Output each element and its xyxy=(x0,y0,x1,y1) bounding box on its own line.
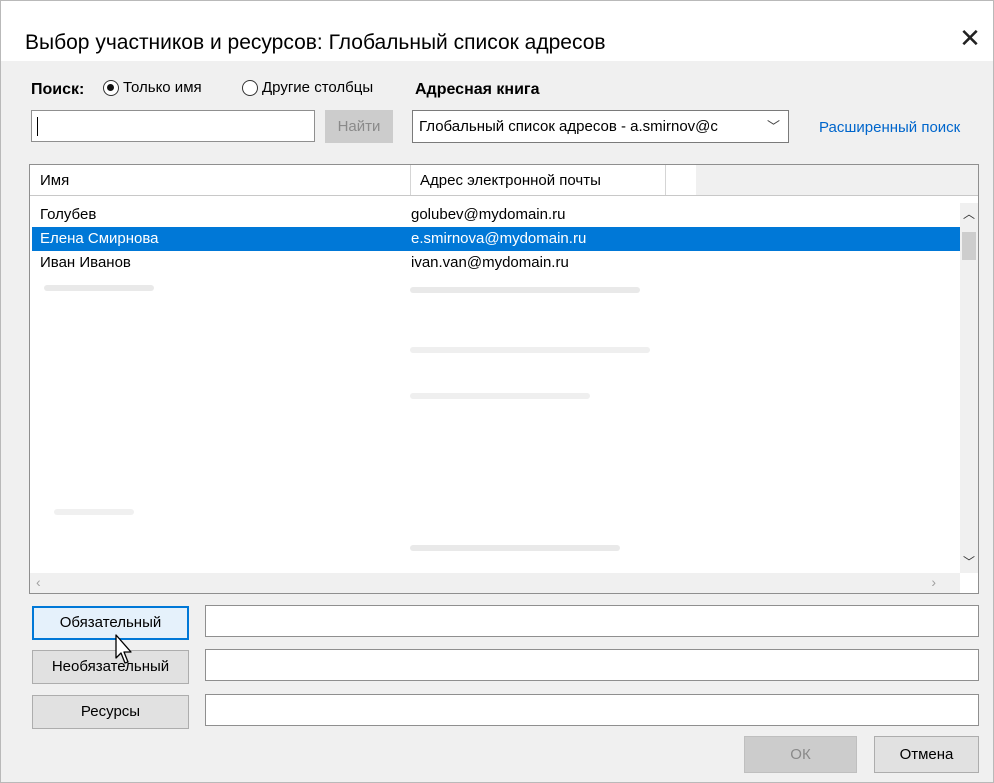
dialog-window: Выбор участников и ресурсов: Глобальный … xyxy=(0,0,994,783)
row-name: Голубев xyxy=(40,206,97,223)
window-title: Выбор участников и ресурсов: Глобальный … xyxy=(25,31,606,54)
column-divider[interactable] xyxy=(665,165,666,195)
redacted-row xyxy=(410,287,640,293)
table-row-selected[interactable]: Елена Смирнова e.smirnova@mydomain.ru xyxy=(32,227,960,251)
resources-field[interactable] xyxy=(205,694,979,726)
redacted-row xyxy=(54,509,134,515)
address-list: Имя Адрес электронной почты Голубев golu… xyxy=(29,164,979,594)
row-name: Елена Смирнова xyxy=(40,230,159,247)
required-button[interactable]: Обязательный xyxy=(32,606,189,640)
table-row[interactable]: Иван Иванов ivan.van@mydomain.ru xyxy=(32,251,960,275)
row-email: ivan.van@mydomain.ru xyxy=(411,254,569,271)
ok-button[interactable]: ОК xyxy=(744,736,857,773)
column-header-email[interactable]: Адрес электронной почты xyxy=(420,172,601,189)
radio-unchecked-icon xyxy=(242,79,258,96)
search-input[interactable] xyxy=(31,110,315,142)
column-header-name[interactable]: Имя xyxy=(40,172,69,189)
advanced-search-link[interactable]: Расширенный поиск xyxy=(819,119,960,136)
close-icon[interactable]: ✕ xyxy=(955,23,985,53)
column-divider[interactable] xyxy=(410,165,411,195)
text-caret xyxy=(37,117,38,136)
chevron-right-icon[interactable]: › xyxy=(931,574,936,590)
scrollbar-thumb[interactable] xyxy=(962,232,976,260)
list-body: Голубев golubev@mydomain.ru Елена Смирно… xyxy=(30,203,960,573)
address-book-selected: Глобальный список адресов - a.smirnov@c xyxy=(419,118,718,135)
redacted-row xyxy=(410,347,650,353)
header-filler xyxy=(696,165,978,195)
address-book-select[interactable]: Глобальный список адресов - a.smirnov@c … xyxy=(412,110,789,143)
search-label: Поиск: xyxy=(31,81,85,98)
row-email: e.smirnova@mydomain.ru xyxy=(411,230,587,247)
chevron-down-icon: ﹀ xyxy=(766,119,780,134)
resources-button[interactable]: Ресурсы xyxy=(32,695,189,729)
list-header: Имя Адрес электронной почты xyxy=(30,165,978,196)
horizontal-scrollbar[interactable]: ‹ › xyxy=(30,573,960,593)
radio-checked-icon xyxy=(103,79,119,96)
radio-name-only-label: Только имя xyxy=(123,79,202,96)
chevron-left-icon[interactable]: ‹ xyxy=(36,574,41,590)
find-button[interactable]: Найти xyxy=(325,110,393,143)
row-name: Иван Иванов xyxy=(40,254,131,271)
redacted-row xyxy=(410,393,590,399)
row-email: golubev@mydomain.ru xyxy=(411,206,566,223)
redacted-row xyxy=(44,285,154,291)
optional-field[interactable] xyxy=(205,649,979,681)
chevron-up-icon[interactable]: ︿ xyxy=(960,205,978,223)
vertical-scrollbar[interactable]: ︿ ﹀ xyxy=(960,203,978,573)
address-book-label: Адресная книга xyxy=(415,81,540,98)
optional-button[interactable]: Необязательный xyxy=(32,650,189,684)
table-row[interactable]: Голубев golubev@mydomain.ru xyxy=(32,203,960,227)
radio-other-columns-label: Другие столбцы xyxy=(262,79,374,96)
mouse-cursor-icon xyxy=(115,634,132,664)
cancel-button[interactable]: Отмена xyxy=(874,736,979,773)
required-field[interactable] xyxy=(205,605,979,637)
redacted-row xyxy=(410,545,620,551)
radio-name-only[interactable]: Только имя xyxy=(103,79,202,96)
radio-other-columns[interactable]: Другие столбцы xyxy=(242,79,373,96)
chevron-down-icon[interactable]: ﹀ xyxy=(960,553,978,571)
title-bar: Выбор участников и ресурсов: Глобальный … xyxy=(1,1,993,61)
